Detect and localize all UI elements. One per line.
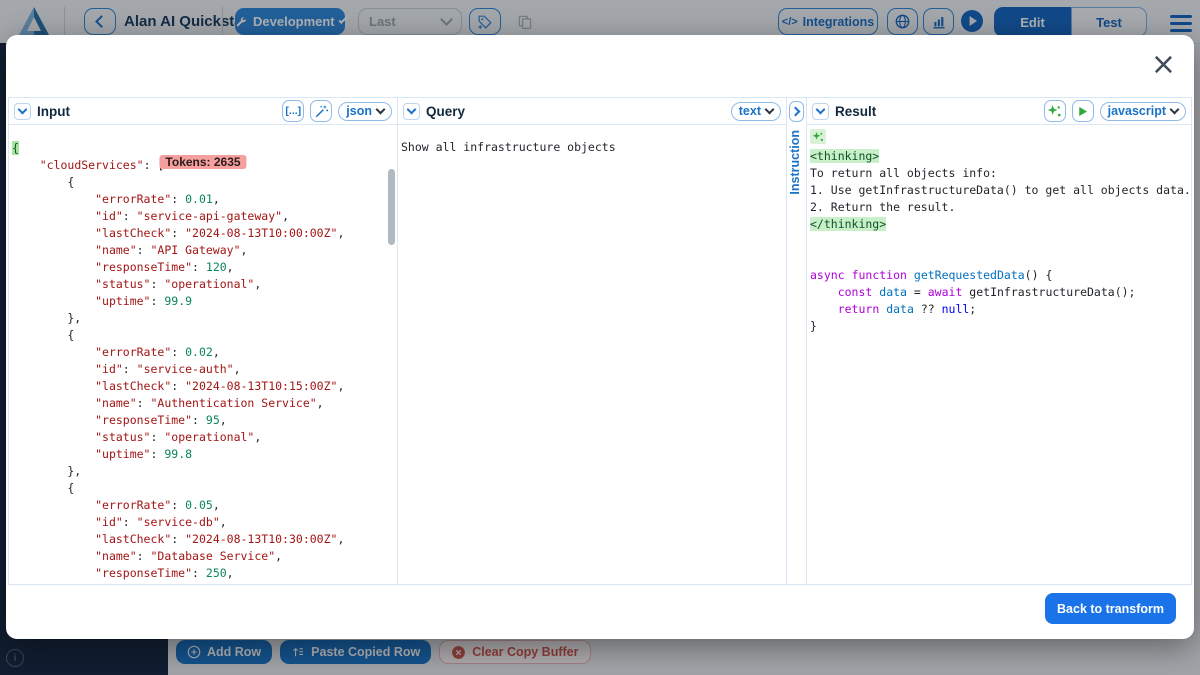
input-language-dropdown[interactable]: json <box>338 102 392 121</box>
input-scrollbar[interactable] <box>388 169 395 245</box>
input-panel-label: Input <box>37 104 70 119</box>
code-line: "errorRate": 0.01, <box>12 191 397 208</box>
transform-modal: × Input [...] json <box>6 35 1194 639</box>
result-panel-header: Result jav <box>807 98 1191 125</box>
brackets-dots-icon: [...] <box>285 105 301 117</box>
chevron-down-icon <box>1170 104 1180 114</box>
code-line: "uptime": 99.8 <box>12 446 397 463</box>
chevron-down-icon <box>18 104 28 114</box>
code-line: "status": "operational", <box>12 276 397 293</box>
code-line: }, <box>12 310 397 327</box>
input-editor[interactable]: Tokens: 2635 { "cloudServices": [ { "err… <box>9 125 397 584</box>
code-line: "errorRate": 0.02, <box>12 344 397 361</box>
code-line: "responseTime": 250, <box>12 565 397 582</box>
code-line: { <box>12 174 397 191</box>
magic-wand-icon <box>314 104 329 119</box>
code-line: "responseTime": 120, <box>12 259 397 276</box>
query-format-dropdown[interactable]: text <box>731 102 781 121</box>
code-line: "responseTime": 95, <box>12 412 397 429</box>
chevron-down-icon <box>376 104 386 114</box>
code-line: async function getRequestedData() { <box>810 267 1191 284</box>
chevron-right-icon <box>791 107 801 117</box>
code-line: 1. Use getInfrastructureData() to get al… <box>810 182 1191 199</box>
code-line: "id": "service-auth", <box>12 361 397 378</box>
code-line: <thinking> <box>810 148 1191 165</box>
panels-container: Input [...] json Tokens: 2 <box>8 97 1192 585</box>
code-line: To return all objects info: <box>810 165 1191 182</box>
result-panel-label: Result <box>835 104 876 119</box>
code-line: "lastCheck": "2024-08-13T10:00:00Z", <box>12 225 397 242</box>
code-line: { <box>12 480 397 497</box>
collapse-query-button[interactable] <box>403 103 420 120</box>
instruction-panel-collapsed: Instruction <box>786 98 806 584</box>
ai-sparkle-icon <box>1047 104 1062 119</box>
code-line: "status": "operational", <box>12 429 397 446</box>
close-icon[interactable]: × <box>1151 51 1176 79</box>
run-result-button[interactable] <box>1072 100 1094 122</box>
code-line: "id": "service-db", <box>12 514 397 531</box>
code-line: "name": "Database Service", <box>12 548 397 565</box>
tokens-badge: Tokens: 2635 <box>159 155 246 169</box>
input-panel: Input [...] json Tokens: 2 <box>8 98 397 584</box>
collapse-input-button[interactable] <box>14 103 31 120</box>
code-line: "name": "Authentication Service", <box>12 395 397 412</box>
expand-instruction-button[interactable] <box>789 101 804 122</box>
code-line: return data ?? null; <box>810 301 1191 318</box>
app-screen: Alan AI Quickstart Development Last <box>0 0 1200 675</box>
ai-generate-button[interactable] <box>1044 100 1066 122</box>
code-line: "lastCheck": "2024-08-13T10:15:00Z", <box>12 378 397 395</box>
play-icon <box>1076 105 1089 118</box>
query-panel-label: Query <box>426 104 465 119</box>
code-line: { <box>12 327 397 344</box>
code-line: const data = await getInfrastructureData… <box>810 284 1191 301</box>
code-line: }, <box>12 463 397 480</box>
result-language-dropdown[interactable]: javascript <box>1100 102 1186 121</box>
code-line: "name": "API Gateway", <box>12 242 397 259</box>
ai-sparkle-icon <box>810 129 826 144</box>
code-line: </thinking> <box>810 216 1191 233</box>
chevron-down-icon <box>816 104 826 114</box>
code-line: "id": "service-api-gateway", <box>12 208 397 225</box>
code-line: "uptime": 99.9 <box>12 293 397 310</box>
query-panel-header: Query text <box>398 98 786 125</box>
input-panel-header: Input [...] json <box>9 98 397 125</box>
query-panel: Query text Show all infrastructure objec… <box>397 98 786 584</box>
code-line: 2. Return the result. <box>810 199 1191 216</box>
code-line: "lastCheck": "2024-08-13T10:30:00Z", <box>12 531 397 548</box>
chevron-down-icon <box>407 104 417 114</box>
code-line: "errorRate": 0.05, <box>12 497 397 514</box>
instruction-panel-label: Instruction <box>788 130 802 195</box>
code-line: } <box>810 318 1191 335</box>
magic-wand-button[interactable] <box>310 100 332 122</box>
code-line <box>810 250 1191 267</box>
format-json-button[interactable]: [...] <box>282 100 304 122</box>
result-editor[interactable]: <thinking>To return all objects info:1. … <box>807 125 1191 584</box>
query-text: Show all infrastructure objects <box>401 139 786 156</box>
code-line <box>810 129 1191 148</box>
back-to-transform-button[interactable]: Back to transform <box>1045 593 1176 624</box>
code-line <box>810 233 1191 250</box>
collapse-result-button[interactable] <box>812 103 829 120</box>
chevron-down-icon <box>765 104 775 114</box>
result-panel: Result jav <box>806 98 1192 584</box>
query-editor[interactable]: Show all infrastructure objects <box>398 125 786 584</box>
